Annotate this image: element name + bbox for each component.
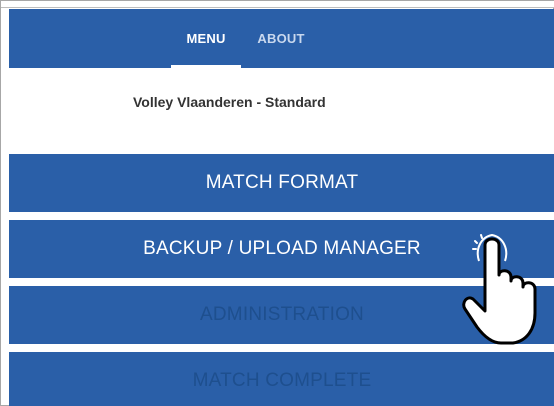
match-complete-button[interactable]: MATCH COMPLETE: [9, 352, 554, 406]
administration-button[interactable]: ADMINISTRATION: [9, 286, 554, 344]
backup-upload-manager-button[interactable]: BACKUP / UPLOAD MANAGER: [9, 220, 554, 278]
tab-bar: MENU ABOUT: [9, 9, 554, 68]
app-screen: MENU ABOUT Volley Vlaanderen - Standard …: [9, 9, 554, 406]
match-format-button[interactable]: MATCH FORMAT: [9, 154, 554, 212]
window-top-edge: [1, 1, 554, 8]
tab-about[interactable]: ABOUT: [245, 9, 317, 68]
rules-label: Volley Vlaanderen - Standard: [133, 94, 326, 110]
tab-menu[interactable]: MENU: [171, 9, 241, 68]
screenshot-frame: MENU ABOUT Volley Vlaanderen - Standard …: [0, 0, 554, 406]
rules-info-panel: Volley Vlaanderen - Standard: [9, 68, 554, 154]
